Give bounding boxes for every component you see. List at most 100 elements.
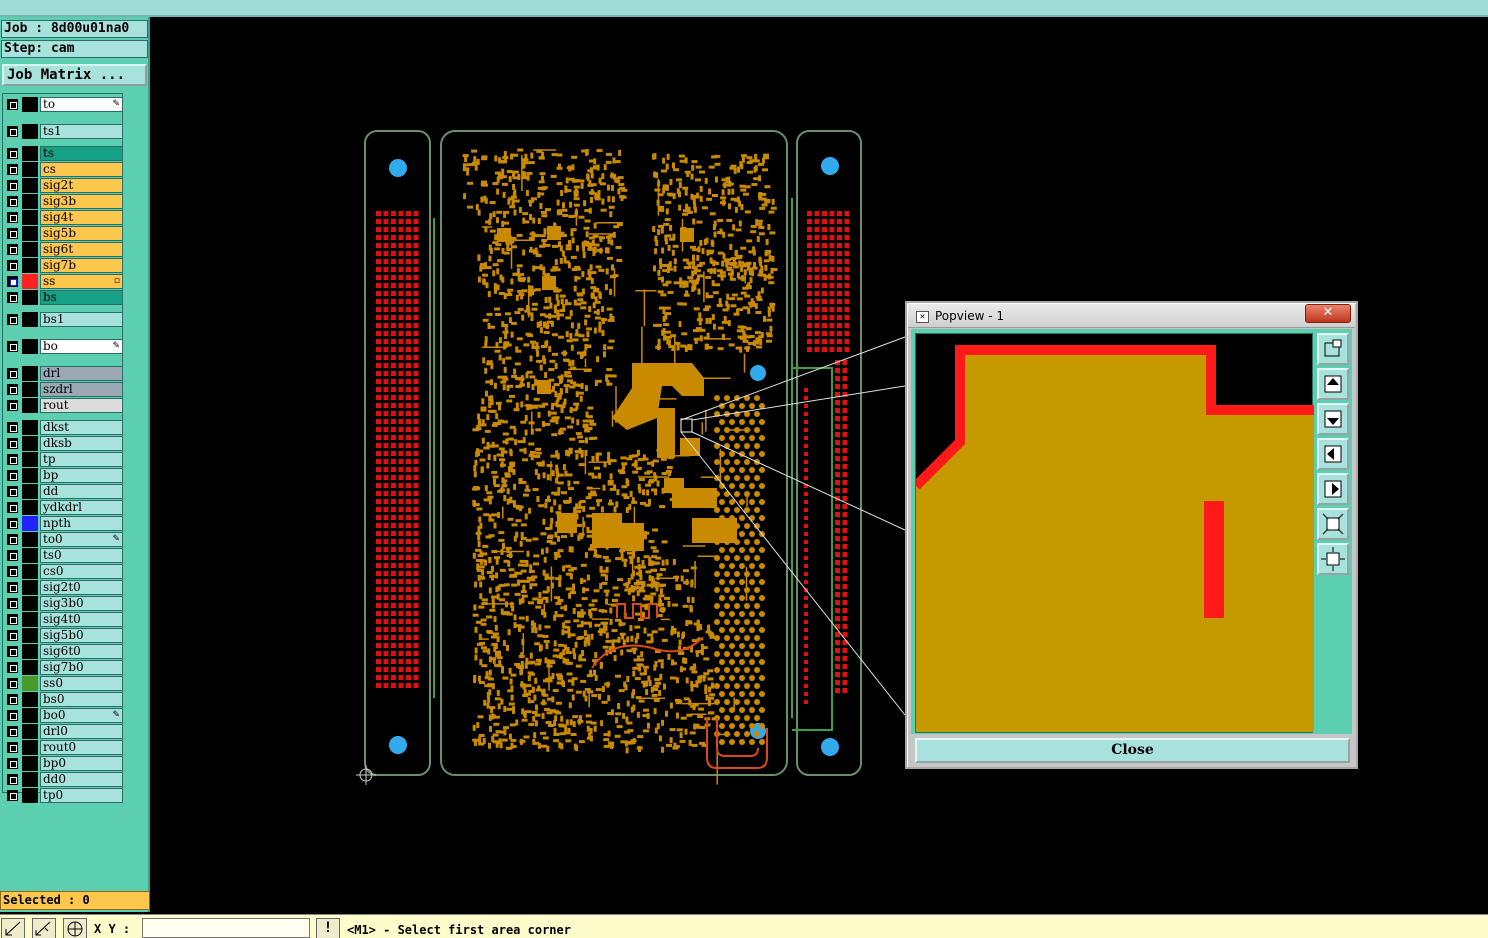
layer-checkbox[interactable] [7,630,18,641]
layer-color-swatch[interactable] [22,596,38,611]
layer-row-dd[interactable]: dd [5,484,123,499]
layer-checkbox[interactable] [7,148,18,159]
layer-name[interactable]: sig2t [40,178,123,193]
layer-name[interactable]: sig7b0 [40,660,123,675]
layer-row-to[interactable]: to ✎ [5,97,123,112]
layer-color-swatch[interactable] [22,178,38,193]
layer-name[interactable]: szdrl [40,382,123,397]
layer-checkbox[interactable] [7,502,18,513]
layer-color-swatch[interactable] [22,740,38,755]
layer-checkbox[interactable] [7,341,18,352]
pan-right-icon[interactable] [1317,473,1349,505]
layer-row-bp[interactable]: bp [5,468,123,483]
layer-name[interactable]: to0 ✎ [40,532,123,547]
resize-icon[interactable] [1,918,25,938]
layer-color-swatch[interactable] [22,628,38,643]
layer-checkbox[interactable] [7,99,18,110]
layer-color-swatch[interactable] [22,564,38,579]
layer-row-bp0[interactable]: bp0 [5,756,123,771]
layer-color-swatch[interactable] [22,274,38,289]
layer-name[interactable]: sig7b [40,258,123,273]
layer-color-swatch[interactable] [22,644,38,659]
xy-input[interactable] [142,918,310,938]
layer-color-swatch[interactable] [22,468,38,483]
layer-row-cs0[interactable]: cs0 [5,564,123,579]
layer-name[interactable]: sig5b [40,226,123,241]
layer-checkbox[interactable] [7,742,18,753]
layer-name[interactable]: bp [40,468,123,483]
layer-name[interactable]: ss ▫ [40,274,123,289]
layer-color-swatch[interactable] [22,226,38,241]
layer-row-dksb[interactable]: dksb [5,436,123,451]
layer-name[interactable]: dksb [40,436,123,451]
layer-row-sig7b0[interactable]: sig7b0 [5,660,123,675]
layer-row-sig4t0[interactable]: sig4t0 [5,612,123,627]
layer-row-ts[interactable]: ts [5,146,123,161]
layer-name[interactable]: dkst [40,420,123,435]
layer-color-swatch[interactable] [22,382,38,397]
layer-name[interactable]: sig6t [40,242,123,257]
layer-row-bo0[interactable]: bo0 ✎ [5,708,123,723]
layer-color-swatch[interactable] [22,162,38,177]
layer-name[interactable]: bo ✎ [40,339,123,354]
layer-name[interactable]: to ✎ [40,97,123,112]
layer-checkbox[interactable] [7,710,18,721]
measure-icon[interactable] [32,918,56,938]
layer-row-drl0[interactable]: drl0 [5,724,123,739]
layer-checkbox[interactable] [7,486,18,497]
layer-color-swatch[interactable] [22,452,38,467]
layer-color-swatch[interactable] [22,398,38,413]
layer-checkbox[interactable] [7,244,18,255]
layer-color-swatch[interactable] [22,612,38,627]
layer-checkbox[interactable] [7,126,18,137]
layer-name[interactable]: drl0 [40,724,123,739]
layer-checkbox[interactable] [7,566,18,577]
popview-close-button[interactable]: Close [915,738,1350,763]
layer-row-sig5b[interactable]: sig5b [5,226,123,241]
layer-color-swatch[interactable] [22,788,38,803]
layer-row-sig6t[interactable]: sig6t [5,242,123,257]
layer-color-swatch[interactable] [22,436,38,451]
layer-color-swatch[interactable] [22,772,38,787]
layer-checkbox[interactable] [7,164,18,175]
layer-color-swatch[interactable] [22,484,38,499]
layer-row-ss[interactable]: ss ▫ [5,274,123,289]
layer-checkbox[interactable] [7,694,18,705]
layer-name[interactable]: ss0 [40,676,123,691]
layer-name[interactable]: tp [40,452,123,467]
layer-name[interactable]: sig5b0 [40,628,123,643]
layer-color-swatch[interactable] [22,532,38,547]
layer-row-sig4t[interactable]: sig4t [5,210,123,225]
layer-color-swatch[interactable] [22,580,38,595]
layer-name[interactable]: drl [40,366,123,381]
layer-checkbox[interactable] [7,212,18,223]
layer-name[interactable]: sig3b0 [40,596,123,611]
layer-checkbox[interactable] [7,260,18,271]
layer-name[interactable]: ts [40,146,123,161]
layer-name[interactable]: bp0 [40,756,123,771]
pan-up-icon[interactable] [1317,368,1349,400]
layer-row-ts0[interactable]: ts0 [5,548,123,563]
layer-name[interactable]: bs0 [40,692,123,707]
layer-row-bs[interactable]: bs [5,290,123,305]
layer-checkbox[interactable] [7,518,18,529]
layer-checkbox[interactable] [7,790,18,801]
popview-canvas[interactable] [912,333,1314,733]
layer-name[interactable]: sig3b [40,194,123,209]
layer-color-swatch[interactable] [22,500,38,515]
layer-name[interactable]: sig4t0 [40,612,123,627]
layer-name[interactable]: ydkdrl [40,500,123,515]
layer-row-sig5b0[interactable]: sig5b0 [5,628,123,643]
layer-checkbox[interactable] [7,438,18,449]
layer-checkbox[interactable] [7,384,18,395]
layer-checkbox[interactable] [7,422,18,433]
layer-name[interactable]: bs [40,290,123,305]
layer-name[interactable]: npth [40,516,123,531]
layer-color-swatch[interactable] [22,290,38,305]
layer-row-sig2t[interactable]: sig2t [5,178,123,193]
layer-row-ts1[interactable]: ts1 [5,124,123,139]
layer-color-swatch[interactable] [22,676,38,691]
layer-checkbox[interactable] [7,470,18,481]
layer-row-rout0[interactable]: rout0 [5,740,123,755]
layer-color-swatch[interactable] [22,548,38,563]
